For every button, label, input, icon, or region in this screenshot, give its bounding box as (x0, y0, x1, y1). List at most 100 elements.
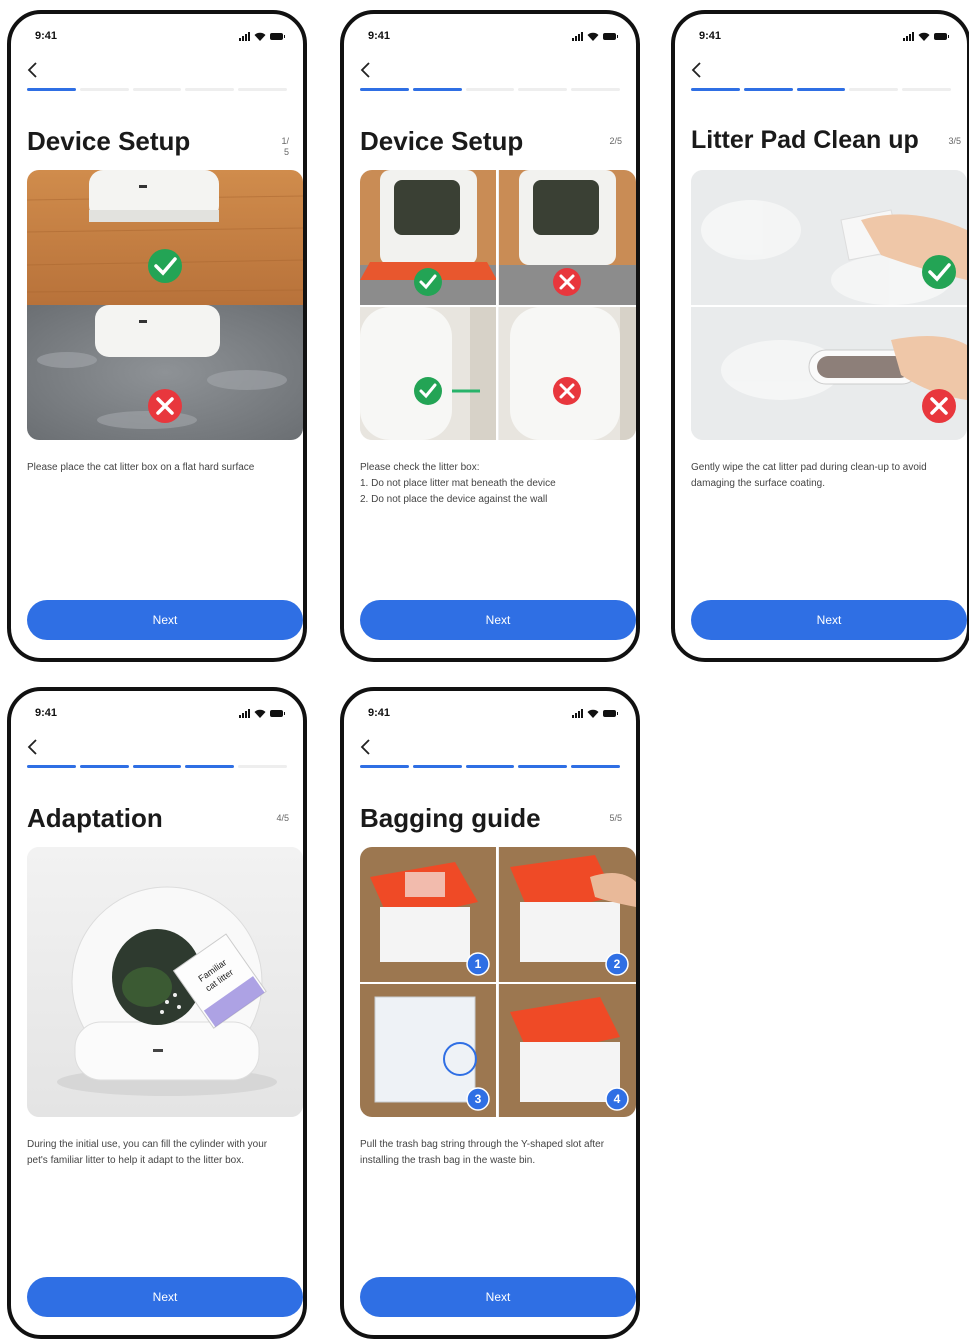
battery-icon (270, 32, 285, 40)
status-bar: 9:41 (368, 705, 618, 721)
bagging-illustration: 1 2 3 4 (360, 847, 636, 1117)
status-time: 9:41 (699, 30, 722, 42)
status-icons (572, 708, 618, 718)
step-badge-1: 1 (466, 952, 490, 976)
step-badge-3: 3 (466, 1087, 490, 1111)
back-button[interactable] (23, 60, 43, 80)
check-icon (414, 377, 442, 405)
progress-segment (571, 765, 620, 768)
phone-screen-4: 9:41 Adaptation 4/5 Familiar cat litter … (7, 687, 307, 1339)
progress-segment (571, 88, 620, 91)
description: During the initial use, you can fill the… (27, 1137, 289, 1169)
description-line: 2. Do not place the device against the w… (360, 494, 548, 505)
progress-segment (132, 88, 182, 91)
canvas: 9:41 Device Setup 1/5 Please place the c… (0, 0, 969, 1340)
progress-segment (518, 765, 568, 768)
progress-segment (412, 88, 462, 91)
description: Pull the trash bag string through the Y-… (360, 1137, 622, 1169)
progress-segment (79, 765, 129, 768)
status-time: 9:41 (368, 30, 391, 42)
progress-segment (465, 765, 515, 768)
phone-screen-1: 9:41 Device Setup 1/5 Please place the c… (7, 10, 307, 662)
step-counter: 4/5 (276, 813, 289, 823)
progress-bar (691, 88, 951, 91)
status-icons (572, 31, 618, 41)
phone-screen-2: 9:41 Device Setup 2/5 Please check the l… (340, 10, 640, 662)
progress-bar (27, 765, 287, 768)
step-badge-2: 2 (605, 952, 629, 976)
back-button[interactable] (23, 737, 43, 757)
description: Please check the litter box: 1. Do not pl… (360, 460, 622, 508)
setup-illustration (360, 170, 636, 440)
wifi-icon (254, 709, 266, 718)
chevron-left-icon (360, 739, 370, 755)
chevron-left-icon (27, 62, 37, 78)
back-button[interactable] (356, 60, 376, 80)
progress-segment (79, 88, 129, 91)
signal-icon (903, 31, 914, 41)
svg-text:4: 4 (614, 1092, 621, 1106)
status-time: 9:41 (368, 707, 391, 719)
adaptation-illustration: Familiar cat litter (27, 847, 303, 1117)
check-icon (414, 268, 442, 296)
next-button[interactable]: Next (360, 600, 636, 640)
signal-icon (572, 708, 583, 718)
progress-segment (27, 765, 76, 768)
step-counter: 3/5 (948, 136, 961, 146)
phone-screen-3: 9:41 Litter Pad Clean up 3/5 Gently wipe… (671, 10, 969, 662)
description-line: Gently wipe the cat litter pad during cl… (691, 462, 927, 489)
status-icons (903, 31, 949, 41)
status-icons (239, 708, 285, 718)
progress-segment (185, 765, 235, 768)
page-title: Bagging guide (360, 803, 541, 833)
step-counter: 1/5 (281, 136, 289, 157)
status-bar: 9:41 (699, 28, 949, 44)
cleanup-illustration (691, 170, 967, 440)
status-bar: 9:41 (368, 28, 618, 44)
next-button[interactable]: Next (360, 1277, 636, 1317)
check-icon (148, 249, 182, 283)
svg-text:3: 3 (475, 1092, 482, 1106)
chevron-left-icon (691, 62, 701, 78)
chevron-left-icon (360, 62, 370, 78)
next-button[interactable]: Next (27, 1277, 303, 1317)
next-button[interactable]: Next (27, 600, 303, 640)
progress-segment (185, 88, 235, 91)
battery-icon (270, 709, 285, 717)
progress-bar (360, 88, 620, 91)
back-button[interactable] (687, 60, 707, 80)
progress-segment (132, 765, 182, 768)
setup-illustration (27, 170, 303, 440)
back-button[interactable] (356, 737, 376, 757)
page-title: Device Setup (360, 126, 524, 156)
description-line: Pull the trash bag string through the Y-… (360, 1139, 605, 1166)
progress-bar (27, 88, 287, 91)
battery-icon (603, 709, 618, 717)
status-time: 9:41 (35, 30, 58, 42)
step-counter: 2/5 (609, 136, 622, 146)
signal-icon (572, 31, 583, 41)
status-time: 9:41 (35, 707, 58, 719)
step-counter: 5/5 (609, 813, 622, 823)
status-bar: 9:41 (35, 28, 285, 44)
description-line: 1. Do not place litter mat beneath the d… (360, 478, 556, 489)
progress-segment (238, 765, 287, 768)
progress-segment (518, 88, 568, 91)
progress-segment (360, 88, 409, 91)
description-line: Please place the cat litter box on a fla… (27, 462, 255, 473)
status-bar: 9:41 (35, 705, 285, 721)
progress-segment (412, 765, 462, 768)
status-icons (239, 31, 285, 41)
wifi-icon (587, 32, 599, 41)
cross-icon (553, 377, 581, 405)
wifi-icon (918, 32, 930, 41)
progress-segment (238, 88, 287, 91)
next-button[interactable]: Next (691, 600, 967, 640)
svg-text:1: 1 (475, 957, 482, 971)
page-title: Device Setup (27, 126, 191, 156)
description-line: During the initial use, you can fill the… (27, 1139, 268, 1166)
phone-screen-5: 9:41 Bagging guide 5/5 1 2 3 4 Pull the … (340, 687, 640, 1339)
progress-bar (360, 765, 620, 768)
cross-icon (553, 268, 581, 296)
battery-icon (934, 32, 949, 40)
